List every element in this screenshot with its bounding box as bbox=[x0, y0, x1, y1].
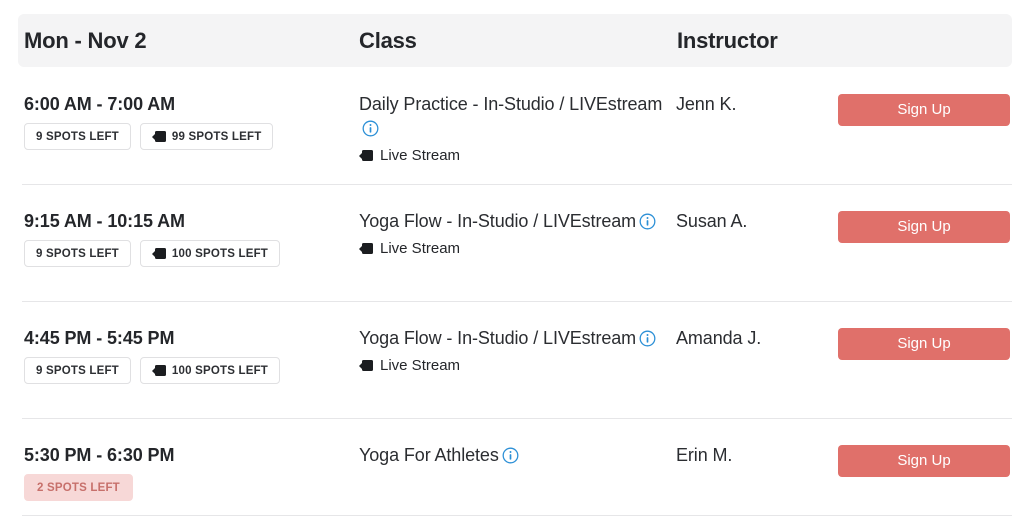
table-header-row: Mon - Nov 2 Class Instructor bbox=[18, 14, 1012, 67]
class-time: 5:30 PM - 6:30 PM bbox=[24, 445, 175, 465]
live-stream-indicator: Live Stream bbox=[359, 240, 664, 257]
class-time: 4:45 PM - 5:45 PM bbox=[24, 328, 175, 348]
info-circle-icon[interactable] bbox=[502, 446, 519, 464]
spots-left-label: 9 SPOTS LEFT bbox=[36, 130, 119, 143]
instructor-name: Amanda J. bbox=[676, 328, 762, 348]
live-stream-indicator: Live Stream bbox=[359, 357, 664, 374]
column-header-class: Class bbox=[359, 28, 417, 53]
class-name: Yoga Flow - In-Studio / LIVEstream bbox=[359, 301, 664, 350]
cell-time: 6:00 AM - 7:00 AM 9 SPOTS LEFT 99 SPOTS LE… bbox=[24, 67, 344, 150]
class-name-label: Daily Practice - In-Studio / LIVEstream bbox=[359, 94, 663, 114]
cell-action: Sign Up bbox=[838, 418, 1010, 477]
class-name-label: Yoga Flow - In-Studio / LIVEstream bbox=[359, 328, 637, 348]
spots-left-label: 100 SPOTS LEFT bbox=[171, 247, 269, 260]
table-row: 9:15 AM - 10:15 AM 9 SPOTS LEFT 100 SPOTS … bbox=[0, 184, 1024, 301]
class-name: Yoga Flow - In-Studio / LIVEstream bbox=[359, 184, 664, 233]
class-name: Yoga For Athletes bbox=[359, 418, 664, 467]
table-row: 6:00 AM - 7:00 AM 9 SPOTS LEFT 99 SPOTS LE… bbox=[0, 67, 1024, 184]
class-name-label: Yoga For Athletes bbox=[359, 445, 499, 465]
info-circle-icon[interactable] bbox=[639, 212, 656, 230]
live-stream-label: Live Stream bbox=[380, 357, 461, 374]
cell-time: 5:30 PM - 6:30 PM 2 SPOTS LEFT bbox=[24, 418, 344, 501]
cell-class: Yoga Flow - In-Studio / LIVEstream Live S… bbox=[359, 301, 664, 374]
spots-badge-group: 9 SPOTS LEFT 100 SPOTS LEFT bbox=[24, 357, 344, 384]
class-time: 9:15 AM - 10:15 AM bbox=[24, 211, 185, 231]
cell-action: Sign Up bbox=[838, 301, 1010, 360]
spots-left-label: 9 SPOTS LEFT bbox=[36, 364, 119, 377]
spots-left-badge-livestream: 99 SPOTS LEFT bbox=[139, 123, 274, 150]
cell-class: Yoga Flow - In-Studio / LIVEstream Live S… bbox=[359, 184, 664, 257]
spots-left-badge-livestream: 100 SPOTS LEFT bbox=[139, 357, 281, 384]
spots-badge-group: 2 SPOTS LEFT bbox=[24, 474, 344, 501]
live-stream-label: Live Stream bbox=[380, 147, 461, 164]
cell-instructor: Susan A. bbox=[676, 184, 826, 232]
spots-left-label: 100 SPOTS LEFT bbox=[171, 364, 269, 377]
info-circle-icon[interactable] bbox=[639, 329, 656, 347]
cell-action: Sign Up bbox=[838, 184, 1010, 243]
spots-left-badge: 9 SPOTS LEFT bbox=[24, 240, 131, 267]
cell-class: Yoga For Athletes bbox=[359, 418, 664, 467]
cell-instructor: Amanda J. bbox=[676, 301, 826, 349]
class-time: 6:00 AM - 7:00 AM bbox=[24, 94, 176, 114]
spots-left-badge-livestream: 100 SPOTS LEFT bbox=[139, 240, 281, 267]
cell-time: 4:45 PM - 5:45 PM 9 SPOTS LEFT 100 SPOTS L… bbox=[24, 301, 344, 384]
cell-action: Sign Up bbox=[838, 67, 1010, 126]
cell-instructor: Jenn K. bbox=[676, 67, 826, 115]
table-row: 4:45 PM - 5:45 PM 9 SPOTS LEFT 100 SPOTS L… bbox=[0, 301, 1024, 418]
instructor-name: Jenn K. bbox=[676, 94, 737, 114]
spots-left-label: 99 SPOTS LEFT bbox=[171, 130, 262, 143]
cell-instructor: Erin M. bbox=[676, 418, 826, 466]
instructor-name: Susan A. bbox=[676, 211, 748, 231]
video-camera-icon bbox=[359, 360, 374, 371]
class-name: Daily Practice - In-Studio / LIVEstream bbox=[359, 67, 664, 140]
sign-up-button[interactable]: Sign Up bbox=[838, 211, 1010, 243]
column-header-date: Mon - Nov 2 bbox=[24, 28, 147, 53]
info-circle-icon[interactable] bbox=[362, 119, 379, 137]
spots-left-badge-low: 2 SPOTS LEFT bbox=[24, 474, 133, 501]
live-stream-label: Live Stream bbox=[380, 240, 461, 257]
sign-up-button[interactable]: Sign Up bbox=[838, 94, 1010, 126]
video-camera-icon bbox=[151, 248, 167, 259]
video-camera-icon bbox=[151, 131, 167, 142]
spots-badge-group: 9 SPOTS LEFT 100 SPOTS LEFT bbox=[24, 240, 344, 267]
class-name-label: Yoga Flow - In-Studio / LIVEstream bbox=[359, 211, 637, 231]
spots-left-badge: 9 SPOTS LEFT bbox=[24, 123, 131, 150]
video-camera-icon bbox=[359, 243, 374, 254]
spots-left-badge: 9 SPOTS LEFT bbox=[24, 357, 131, 384]
video-camera-icon bbox=[151, 365, 167, 376]
spots-left-label: 2 SPOTS LEFT bbox=[37, 481, 120, 494]
spots-left-label: 9 SPOTS LEFT bbox=[36, 247, 119, 260]
spots-badge-group: 9 SPOTS LEFT 99 SPOTS LEFT bbox=[24, 123, 344, 150]
schedule-rows: 6:00 AM - 7:00 AM 9 SPOTS LEFT 99 SPOTS LE… bbox=[0, 67, 1024, 532]
table-bottom-divider bbox=[22, 515, 1012, 516]
video-camera-icon bbox=[359, 150, 374, 161]
column-header-instructor: Instructor bbox=[677, 28, 778, 53]
cell-class: Daily Practice - In-Studio / LIVEstream L… bbox=[359, 67, 664, 164]
live-stream-indicator: Live Stream bbox=[359, 147, 664, 164]
sign-up-button[interactable]: Sign Up bbox=[838, 445, 1010, 477]
instructor-name: Erin M. bbox=[676, 445, 733, 465]
sign-up-button[interactable]: Sign Up bbox=[838, 328, 1010, 360]
cell-time: 9:15 AM - 10:15 AM 9 SPOTS LEFT 100 SPOTS … bbox=[24, 184, 344, 267]
